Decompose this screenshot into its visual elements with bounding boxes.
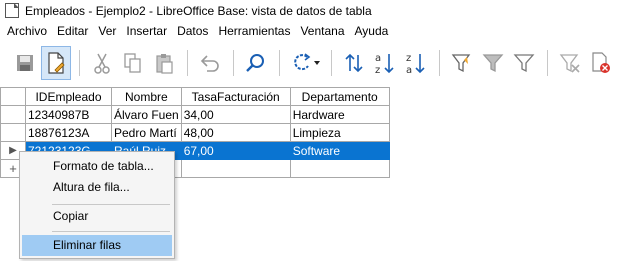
toolbar: az za (0, 41, 626, 84)
menu-item-altura-de-fila[interactable]: Altura de fila... (20, 177, 174, 198)
table-cell[interactable]: Pedro Martí (111, 123, 182, 142)
toolbar-separator (279, 49, 280, 76)
table-cell[interactable]: 18876123A (25, 123, 112, 142)
toolbar-separator (233, 49, 234, 76)
sort-ascending-button[interactable]: az (370, 46, 400, 80)
menu-ver[interactable]: Ver (93, 24, 121, 38)
menu-separator (52, 204, 170, 205)
autofilter-icon (451, 53, 471, 72)
table-cell[interactable]: Álvaro Fuen (111, 105, 182, 124)
window-title: Empleados - Ejemplo2 - LibreOffice Base:… (25, 3, 372, 18)
autofilter-button[interactable] (447, 46, 477, 80)
sort-button[interactable] (339, 46, 369, 80)
paste-icon (156, 53, 173, 74)
find-icon (246, 53, 264, 72)
title-bar: Empleados - Ejemplo2 - LibreOffice Base:… (0, 0, 626, 21)
table-row: 12340987B Álvaro Fuen 34,00 Hardware (0, 105, 390, 124)
filter-icon (513, 53, 535, 72)
menu-ventana[interactable]: Ventana (295, 24, 349, 38)
refresh-button[interactable] (287, 46, 323, 80)
menu-archivo[interactable]: Archivo (2, 24, 52, 38)
column-header-idempleado[interactable]: IDEmpleado (25, 87, 112, 106)
column-header-nombre[interactable]: Nombre (111, 87, 182, 106)
edit-file-button[interactable] (41, 45, 71, 80)
toolbar-separator (79, 49, 80, 76)
row-header[interactable] (0, 123, 26, 142)
menu-item-eliminar-filas[interactable]: Eliminar filas (22, 235, 172, 256)
current-row-arrow-icon: ▶ (9, 145, 17, 156)
save-icon (17, 54, 33, 71)
sort-ascending-icon: az (375, 53, 394, 75)
delete-record-icon (592, 51, 610, 73)
menu-ayuda[interactable]: Ayuda (350, 24, 394, 38)
column-header-departamento[interactable]: Departamento (289, 87, 390, 106)
cut-icon (94, 53, 110, 74)
corner-cell[interactable] (0, 87, 26, 106)
libreoffice-base-icon (5, 3, 19, 18)
menu-herramientas[interactable]: Herramientas (213, 24, 295, 38)
row-header[interactable] (0, 105, 26, 124)
table-cell[interactable]: 34,00 (180, 105, 291, 124)
column-header-tasafacturacion[interactable]: TasaFacturación (180, 87, 291, 106)
cut-button[interactable] (87, 46, 117, 80)
table-cell[interactable] (180, 159, 291, 178)
menu-item-copiar[interactable]: Copiar (20, 206, 174, 227)
table-cell[interactable]: 48,00 (180, 123, 291, 142)
table-cell[interactable]: Limpieza (289, 123, 390, 142)
save-button[interactable] (10, 46, 40, 80)
toolbar-separator (187, 49, 188, 76)
toolbar-separator (331, 49, 332, 76)
menu-bar: Archivo Editar Ver Insertar Datos Herram… (0, 21, 626, 41)
standard-filter-button[interactable] (478, 46, 508, 80)
table-row: 18876123A Pedro Martí 48,00 Limpieza (0, 123, 390, 142)
svg-text:z: z (406, 53, 411, 64)
new-record-plus-icon: + (9, 161, 17, 176)
menu-datos[interactable]: Datos (172, 24, 213, 38)
svg-text:a: a (406, 65, 412, 75)
undo-button[interactable] (195, 46, 225, 80)
table-cell[interactable]: 12340987B (25, 105, 112, 124)
context-menu: Formato de tabla... Altura de fila... Co… (19, 151, 175, 259)
toolbar-separator (547, 49, 548, 76)
refresh-icon (294, 52, 320, 70)
delete-record-button[interactable] (586, 46, 616, 80)
reset-filter-icon (559, 53, 580, 73)
table-cell[interactable]: 67,00 (180, 141, 291, 160)
table-cell[interactable]: Hardware (289, 105, 390, 124)
svg-text:a: a (375, 53, 381, 64)
reset-filter-button[interactable] (555, 46, 585, 80)
standard-filter-icon (482, 53, 504, 72)
table-cell[interactable]: Software (289, 141, 390, 160)
menu-editar[interactable]: Editar (52, 24, 93, 38)
paste-button[interactable] (149, 46, 179, 80)
sort-descending-button[interactable]: za (401, 46, 431, 80)
table-cell[interactable] (289, 159, 390, 178)
filter-button[interactable] (509, 46, 539, 80)
menu-item-formato-de-tabla[interactable]: Formato de tabla... (20, 156, 174, 177)
sort-icon (345, 53, 363, 72)
toolbar-separator (439, 49, 440, 76)
copy-icon (124, 52, 141, 73)
edit-file-icon (48, 51, 65, 74)
undo-icon (200, 54, 219, 72)
header-row: IDEmpleado Nombre TasaFacturación Depart… (0, 87, 390, 106)
find-button[interactable] (241, 46, 271, 80)
menu-insertar[interactable]: Insertar (121, 24, 172, 38)
menu-separator (52, 231, 170, 232)
copy-button[interactable] (118, 46, 148, 80)
svg-text:z: z (375, 65, 380, 75)
sort-descending-icon: za (406, 53, 425, 75)
